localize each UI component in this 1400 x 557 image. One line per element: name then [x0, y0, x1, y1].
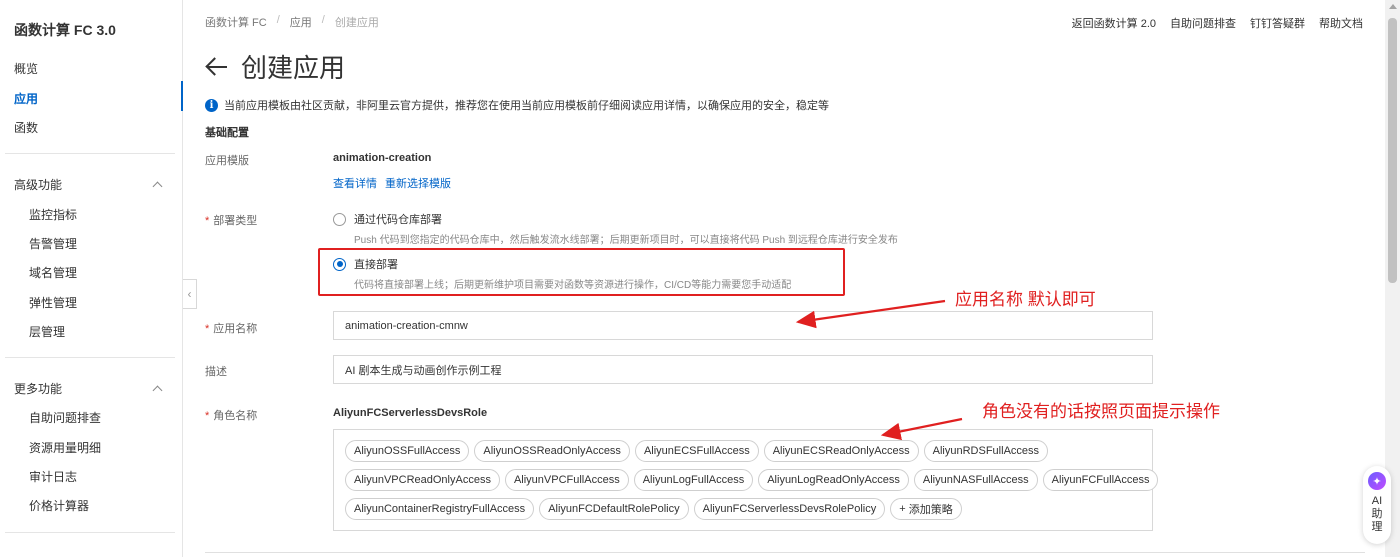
policy-row: AliyunVPCReadOnlyAccess AliyunVPCFullAcc…: [345, 469, 1159, 491]
sidebar-item-audit-log[interactable]: 审计日志: [29, 468, 77, 485]
description-value: AI 剧本生成与动画创作示例工程: [345, 364, 502, 377]
policy-row: AliyunOSSFullAccess AliyunOSSReadOnlyAcc…: [345, 440, 1049, 462]
sidebar-divider: [5, 153, 175, 154]
required-marker: *: [205, 215, 210, 227]
radio-button[interactable]: [333, 212, 346, 226]
breadcrumb: 函数计算 FC / 应用 / 创建应用: [205, 14, 379, 30]
sidebar-group-label: 更多功能: [14, 382, 63, 396]
scroll-up-arrow-icon[interactable]: [1389, 4, 1397, 9]
chevron-up-icon: [152, 383, 164, 395]
role-label-text: 角色名称: [213, 410, 258, 422]
policy-tag[interactable]: AliyunOSSFullAccess: [345, 440, 470, 462]
sidebar: 函数计算 FC 3.0 概览 应用 函数 高级功能 监控指标 告警管理 域名管理…: [0, 0, 183, 557]
breadcrumb-item-fc[interactable]: 函数计算 FC: [205, 14, 267, 30]
sidebar-divider: [5, 532, 175, 533]
ai-assistant-label: AI助理: [1371, 495, 1383, 533]
sidebar-item-usage-details[interactable]: 资源用量明细: [29, 439, 101, 456]
notice-text: 当前应用模板由社区贡献，非阿里云官方提供，推荐您在使用当前应用模板前仔细阅读应用…: [224, 100, 829, 112]
link-dingtalk-group[interactable]: 钉钉答疑群: [1250, 15, 1305, 31]
app-name-label-text: 应用名称: [213, 323, 258, 335]
policy-tag[interactable]: AliyunLogFullAccess: [633, 469, 754, 491]
policy-tag[interactable]: AliyunFCServerlessDevsRolePolicy: [693, 498, 886, 520]
section-title: 基础配置: [205, 127, 249, 139]
role-value: AliyunFCServerlessDevsRole: [333, 407, 488, 419]
sidebar-group-label: 高级功能: [14, 178, 63, 192]
scrollbar-thumb[interactable]: [1388, 18, 1397, 283]
app-name-input[interactable]: animation-creation-cmnw: [333, 311, 1153, 340]
policy-tag[interactable]: AliyunVPCReadOnlyAccess: [345, 469, 500, 491]
sidebar-item-domains[interactable]: 域名管理: [29, 264, 77, 281]
policy-tag[interactable]: AliyunOSSReadOnlyAccess: [474, 440, 630, 462]
radio-repo-deploy-desc: Push 代码到您指定的代码仓库中，然后触发流水线部署；后期更新项目时，可以直接…: [354, 235, 898, 246]
reselect-template-link[interactable]: 重新选择模版: [385, 175, 451, 191]
policy-tag[interactable]: AliyunVPCFullAccess: [504, 469, 629, 491]
plus-icon: +: [899, 503, 906, 515]
deploy-type-label: * 部署类型: [205, 212, 257, 228]
sidebar-item-monitoring[interactable]: 监控指标: [29, 206, 77, 223]
annotation-highlight-box: [318, 248, 845, 296]
template-value: animation-creation: [333, 152, 432, 164]
policy-tag[interactable]: AliyunFCFullAccess: [1042, 469, 1159, 491]
policy-list-box: AliyunOSSFullAccess AliyunOSSReadOnlyAcc…: [333, 429, 1159, 531]
link-self-troubleshoot[interactable]: 自助问题排查: [1170, 15, 1236, 31]
sidebar-item-scaling[interactable]: 弹性管理: [29, 294, 77, 311]
role-label: * 角色名称: [205, 407, 257, 423]
sidebar-item-overview[interactable]: 概览: [14, 60, 38, 77]
policy-tag[interactable]: AliyunContainerRegistryFullAccess: [345, 498, 535, 520]
active-indicator: [181, 81, 183, 111]
sidebar-item-layers[interactable]: 层管理: [29, 323, 65, 340]
app-name-value: animation-creation-cmnw: [345, 319, 468, 332]
radio-repo-deploy[interactable]: 通过代码仓库部署: [333, 211, 442, 227]
back-arrow-icon[interactable]: [205, 55, 229, 79]
policy-tag[interactable]: AliyunLogReadOnlyAccess: [758, 469, 909, 491]
section-divider: [205, 552, 1365, 553]
app-root: 函数计算 FC 3.0 概览 应用 函数 高级功能 监控指标 告警管理 域名管理…: [0, 0, 1400, 557]
breadcrumb-separator: /: [276, 14, 280, 26]
sparkle-icon: ✦: [1368, 472, 1386, 490]
app-name-label: * 应用名称: [205, 320, 257, 336]
breadcrumb-item-apps[interactable]: 应用: [290, 14, 312, 30]
notice-banner: i 当前应用模板由社区贡献，非阿里云官方提供，推荐您在使用当前应用模板前仔细阅读…: [205, 97, 829, 113]
policy-tag[interactable]: AliyunNASFullAccess: [913, 469, 1038, 491]
sidebar-item-self-troubleshoot[interactable]: 自助问题排查: [29, 409, 101, 426]
required-marker: *: [205, 410, 210, 422]
annotation-app-name-note: 应用名称 默认即可: [955, 290, 1096, 309]
sidebar-item-applications[interactable]: 应用: [14, 90, 38, 107]
brand-title: 函数计算 FC 3.0: [14, 22, 116, 38]
ai-assistant-button[interactable]: ✦ AI助理: [1363, 466, 1391, 544]
required-marker: *: [205, 323, 210, 335]
chevron-left-icon: ‹: [187, 287, 192, 301]
page-title: 创建应用: [241, 53, 346, 83]
info-icon: i: [205, 98, 218, 112]
policy-tag[interactable]: AliyunRDSFullAccess: [923, 440, 1049, 462]
add-policy-button[interactable]: + 添加策略: [890, 498, 962, 520]
top-links: 返回函数计算 2.0 自助问题排查 钉钉答疑群 帮助文档: [1072, 15, 1363, 31]
description-input[interactable]: AI 剧本生成与动画创作示例工程: [333, 355, 1153, 384]
page-header: 创建应用: [205, 48, 345, 85]
sidebar-group-advanced[interactable]: 高级功能: [14, 176, 164, 193]
link-back-to-fc2[interactable]: 返回函数计算 2.0: [1072, 15, 1156, 31]
view-details-link[interactable]: 查看详情: [333, 175, 377, 191]
link-help-docs[interactable]: 帮助文档: [1319, 15, 1363, 31]
add-policy-label: 添加策略: [908, 504, 953, 516]
breadcrumb-separator: /: [321, 14, 325, 26]
description-label: 描述: [205, 366, 227, 378]
annotation-role-note: 角色没有的话按照页面提示操作: [982, 402, 1220, 421]
policy-tag[interactable]: AliyunECSFullAccess: [634, 440, 759, 462]
policy-tag[interactable]: AliyunECSReadOnlyAccess: [763, 440, 919, 462]
policy-row: AliyunContainerRegistryFullAccess Aliyun…: [345, 498, 962, 520]
sidebar-divider: [5, 357, 175, 358]
breadcrumb-item-current: 创建应用: [334, 17, 379, 29]
sidebar-item-price-calculator[interactable]: 价格计算器: [29, 497, 89, 514]
sidebar-item-alerts[interactable]: 告警管理: [29, 235, 77, 252]
chevron-up-icon: [152, 179, 164, 191]
template-label: 应用模版: [205, 155, 249, 167]
policy-tag[interactable]: AliyunFCDefaultRolePolicy: [539, 498, 689, 520]
radio-label: 通过代码仓库部署: [354, 214, 442, 226]
sidebar-group-more[interactable]: 更多功能: [14, 380, 164, 397]
sidebar-collapse-button[interactable]: ‹: [183, 279, 197, 309]
deploy-type-label-text: 部署类型: [213, 215, 258, 227]
sidebar-item-functions[interactable]: 函数: [14, 119, 38, 136]
